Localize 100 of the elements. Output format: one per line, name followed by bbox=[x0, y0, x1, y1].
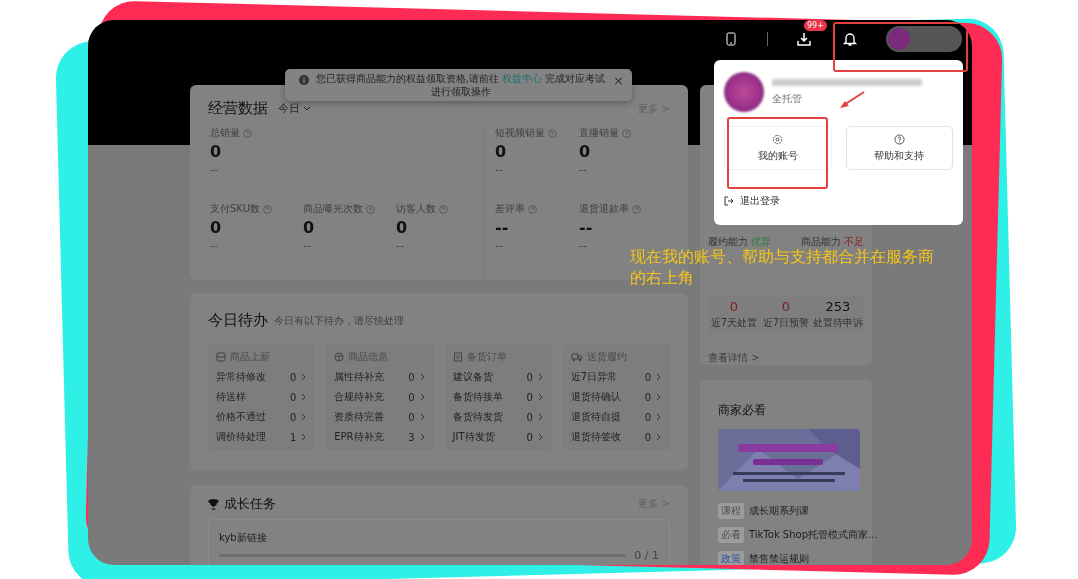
task-name: kyb新链接 bbox=[219, 532, 267, 543]
metric-value: 0 bbox=[210, 218, 223, 237]
metric-change: -- bbox=[579, 163, 588, 176]
help-icon bbox=[366, 204, 375, 214]
notice-text: 您已获得商品能力的权益领取资格,请前往 权益中心 完成对应考试进行领取操作 bbox=[315, 72, 606, 98]
logout-button[interactable]: 退出登录 bbox=[724, 194, 780, 208]
metric-value: 0 bbox=[579, 142, 592, 161]
chevron-right-icon bbox=[537, 373, 544, 381]
help-button[interactable]: 帮助和支持 bbox=[845, 126, 953, 170]
metric-value: 0 bbox=[396, 218, 409, 237]
metric-change: -- bbox=[579, 239, 588, 252]
metric-value: -- bbox=[579, 218, 594, 237]
metric-change: -- bbox=[210, 163, 219, 176]
todo-label[interactable]: 备货待接单 bbox=[452, 390, 503, 404]
settings-icon bbox=[772, 133, 784, 145]
trophy-icon bbox=[208, 498, 219, 510]
todo-label[interactable]: 价格不通过 bbox=[216, 410, 266, 424]
todo-label[interactable]: 备货待发货 bbox=[452, 410, 503, 424]
account-button[interactable] bbox=[886, 26, 962, 52]
todo-count: 0 bbox=[408, 411, 415, 423]
chevron-right-icon bbox=[301, 433, 308, 441]
todo-label[interactable]: 退货待签收 bbox=[570, 430, 621, 444]
help-icon bbox=[632, 204, 641, 214]
metric-label: 支付SKU数 bbox=[210, 202, 260, 216]
close-button[interactable]: × bbox=[613, 73, 624, 88]
todo-label[interactable]: 异常待修改 bbox=[216, 370, 266, 384]
todo-label[interactable]: 资质待完善 bbox=[334, 410, 385, 424]
chevron-right-icon bbox=[537, 413, 544, 421]
article-link[interactable]: 成长期系列课 bbox=[749, 504, 809, 518]
todo-count: 0 bbox=[644, 391, 651, 403]
chevron-right-icon bbox=[656, 393, 662, 401]
stat-value: 0 bbox=[729, 299, 739, 314]
todo-count: 0 bbox=[289, 411, 297, 423]
tag: 课程 bbox=[718, 503, 744, 519]
article-link[interactable]: 禁售禁运规则 bbox=[749, 552, 809, 565]
metric-change: -- bbox=[396, 239, 405, 252]
todo-count: 0 bbox=[526, 371, 533, 383]
todo-count: 0 bbox=[289, 391, 297, 403]
metric-change: -- bbox=[303, 239, 312, 252]
avatar bbox=[724, 72, 764, 112]
help-icon bbox=[262, 204, 272, 214]
todo-label[interactable]: EPR待补充 bbox=[334, 430, 384, 444]
chevron-right-icon bbox=[301, 413, 308, 421]
chevron-right-icon bbox=[419, 393, 426, 401]
stat-value: 253 bbox=[825, 299, 851, 314]
chevron-right-icon bbox=[419, 413, 426, 421]
todo-count: 0 bbox=[408, 391, 415, 403]
ability-grade: 优异 bbox=[751, 235, 771, 249]
metric-value: 0 bbox=[495, 142, 508, 161]
ability-grade: 不足 bbox=[844, 235, 864, 248]
todo-label[interactable]: 待送样 bbox=[216, 390, 246, 404]
todo-label[interactable]: JIT待发货 bbox=[452, 430, 495, 444]
notification-badge: 99+ bbox=[804, 20, 827, 31]
todo-count: 0 bbox=[526, 411, 533, 423]
tag: 政策 bbox=[718, 551, 744, 565]
tag: 必看 bbox=[718, 527, 744, 543]
box-icon bbox=[334, 352, 345, 362]
chevron-right-icon bbox=[301, 373, 308, 381]
help-icon bbox=[243, 128, 252, 138]
todo-label[interactable]: 合规待补充 bbox=[334, 390, 385, 404]
chevron-right-icon bbox=[656, 433, 662, 441]
chevron-right-icon bbox=[656, 373, 662, 381]
help-icon bbox=[622, 128, 631, 138]
chevron-right-icon bbox=[301, 393, 308, 401]
card-title: 今日待办 bbox=[208, 311, 268, 330]
article-link[interactable]: TikTok Shop托管模式商家... bbox=[749, 528, 878, 542]
todo-label[interactable]: 属性待补充 bbox=[334, 370, 385, 384]
stat-label: 近7日预警 bbox=[762, 316, 810, 330]
info-icon bbox=[299, 75, 309, 85]
stat-value: 0 bbox=[781, 299, 791, 314]
metric-value: 0 bbox=[210, 142, 223, 161]
todo-count: 0 bbox=[644, 411, 651, 423]
period-select[interactable]: 今日 bbox=[278, 101, 300, 116]
chevron-right-icon bbox=[537, 433, 544, 441]
stat-label: 处置待申诉 bbox=[813, 316, 863, 330]
ability-label: 商品能力 bbox=[801, 235, 841, 249]
help-icon bbox=[548, 128, 557, 138]
todo-count: 0 bbox=[526, 391, 533, 403]
ability-label: 履约能力 bbox=[708, 235, 748, 249]
card-title: 成长任务 bbox=[224, 495, 276, 513]
stat-label: 近7天处置 bbox=[710, 316, 758, 330]
metric-change: -- bbox=[210, 239, 219, 252]
todo-count: 0 bbox=[526, 431, 533, 443]
todo-label[interactable]: 调价待处理 bbox=[216, 430, 266, 444]
metric-value: 0 bbox=[303, 218, 316, 237]
card-title: 商家必看 bbox=[718, 402, 767, 419]
todo-count: 1 bbox=[289, 431, 297, 443]
progress-text: 0 / 1 bbox=[634, 549, 659, 562]
todo-label[interactable]: 近7日异常 bbox=[570, 370, 618, 384]
metric-label: 差评率 bbox=[495, 202, 525, 216]
account-button[interactable]: 我的账号 bbox=[724, 126, 832, 170]
chevron-right-icon bbox=[419, 373, 426, 381]
todo-label[interactable]: 退货待自提 bbox=[570, 410, 621, 424]
details-link[interactable]: 查看详情 > bbox=[708, 352, 760, 363]
todo-label[interactable]: 建议备货 bbox=[452, 370, 493, 384]
help-icon bbox=[528, 204, 537, 214]
help-icon bbox=[439, 204, 448, 214]
metric-label: 访客人数 bbox=[396, 202, 436, 216]
account-role: 全托管 bbox=[772, 91, 802, 106]
todo-label[interactable]: 退货待确认 bbox=[570, 390, 621, 404]
